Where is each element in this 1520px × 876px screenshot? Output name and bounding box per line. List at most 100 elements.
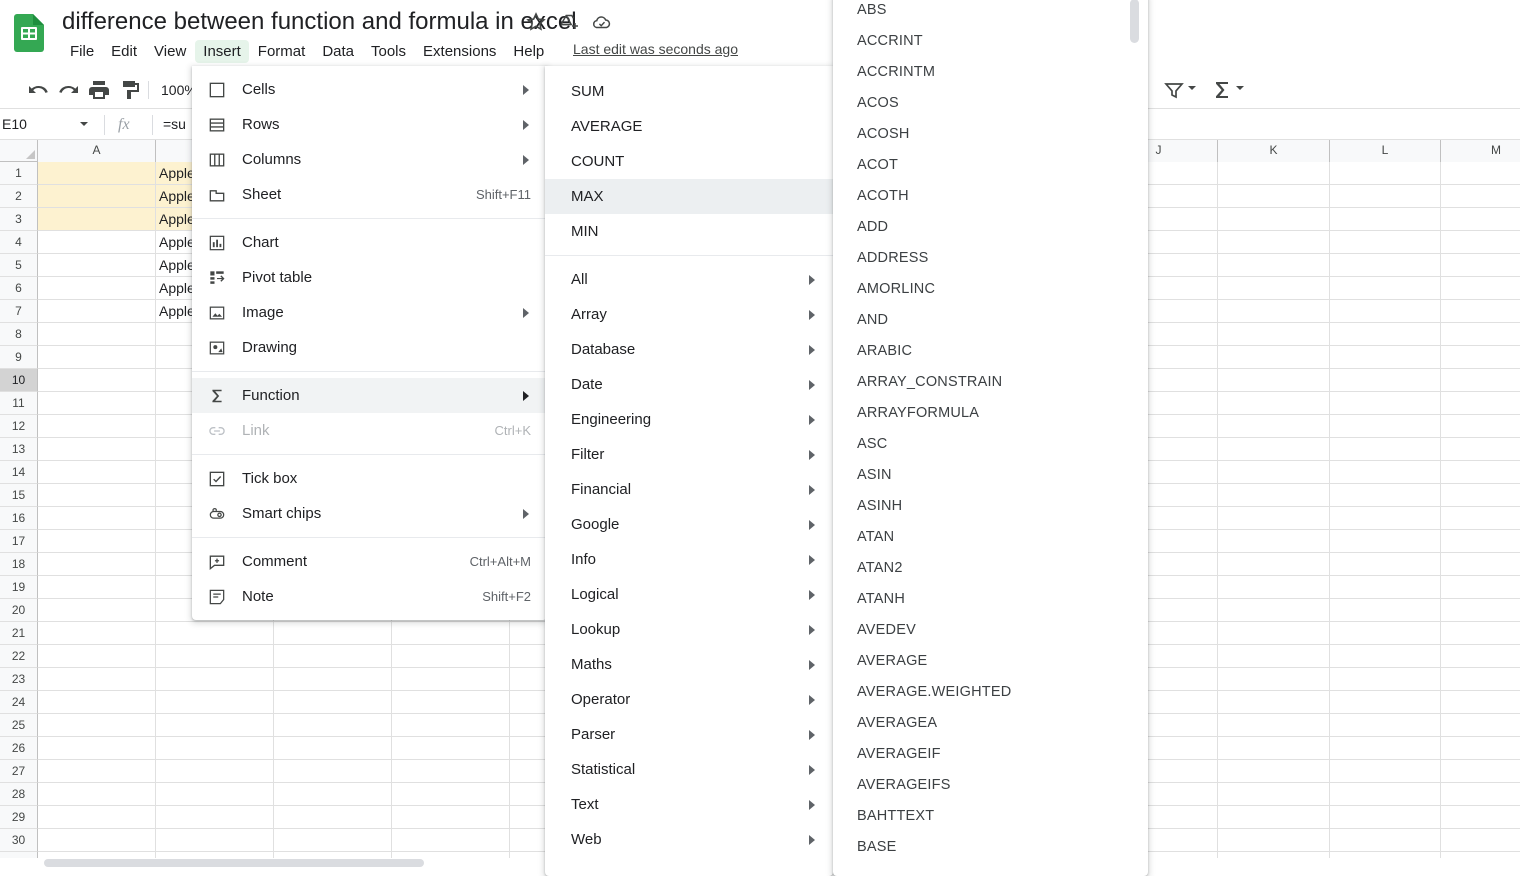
cell-D28[interactable] bbox=[392, 783, 510, 806]
cell-M9[interactable] bbox=[1441, 346, 1520, 369]
cell-M1[interactable] bbox=[1441, 162, 1520, 185]
cell-C29[interactable] bbox=[274, 806, 392, 829]
cell-C27[interactable] bbox=[274, 760, 392, 783]
cell-M24[interactable] bbox=[1441, 691, 1520, 714]
function-category-parser[interactable]: Parser bbox=[545, 717, 833, 752]
function-category-logical[interactable]: Logical bbox=[545, 577, 833, 612]
cell-K8[interactable] bbox=[1218, 323, 1330, 346]
cell-K25[interactable] bbox=[1218, 714, 1330, 737]
cell-M11[interactable] bbox=[1441, 392, 1520, 415]
function-list-item[interactable]: ARRAYFORMULA bbox=[833, 397, 1148, 428]
cell-A21[interactable] bbox=[38, 622, 156, 645]
function-list-item[interactable]: ACOS bbox=[833, 87, 1148, 118]
cell-K29[interactable] bbox=[1218, 806, 1330, 829]
function-list-item[interactable]: AVERAGE.WEIGHTED bbox=[833, 676, 1148, 707]
cell-K30[interactable] bbox=[1218, 829, 1330, 852]
cell-L9[interactable] bbox=[1330, 346, 1441, 369]
function-category-operator[interactable]: Operator bbox=[545, 682, 833, 717]
cell-D22[interactable] bbox=[392, 645, 510, 668]
cell-A16[interactable] bbox=[38, 507, 156, 530]
cell-K5[interactable] bbox=[1218, 254, 1330, 277]
function-category-all[interactable]: All bbox=[545, 262, 833, 297]
cell-M7[interactable] bbox=[1441, 300, 1520, 323]
cell-A6[interactable] bbox=[38, 277, 156, 300]
cell-D25[interactable] bbox=[392, 714, 510, 737]
cell-L24[interactable] bbox=[1330, 691, 1441, 714]
cell-M22[interactable] bbox=[1441, 645, 1520, 668]
cell-A12[interactable] bbox=[38, 415, 156, 438]
cell-K15[interactable] bbox=[1218, 484, 1330, 507]
cell-L2[interactable] bbox=[1330, 185, 1441, 208]
cell-C21[interactable] bbox=[274, 622, 392, 645]
cell-A2[interactable] bbox=[38, 185, 156, 208]
cell-B26[interactable] bbox=[156, 737, 274, 760]
function-list-item[interactable]: ATAN bbox=[833, 521, 1148, 552]
cell-C30[interactable] bbox=[274, 829, 392, 852]
row-header-21[interactable]: 21 bbox=[0, 622, 38, 645]
function-list-item[interactable]: ARRAY_CONSTRAIN bbox=[833, 366, 1148, 397]
function-list-item[interactable]: ASC bbox=[833, 428, 1148, 459]
cell-A25[interactable] bbox=[38, 714, 156, 737]
move-to-folder-icon[interactable] bbox=[557, 10, 581, 34]
cell-A30[interactable] bbox=[38, 829, 156, 852]
row-header-17[interactable]: 17 bbox=[0, 530, 38, 553]
column-header-M[interactable]: M bbox=[1441, 140, 1520, 162]
function-menu-item-count[interactable]: COUNT bbox=[545, 144, 833, 179]
cell-M23[interactable] bbox=[1441, 668, 1520, 691]
function-list-item[interactable]: ACCRINT bbox=[833, 25, 1148, 56]
cell-L18[interactable] bbox=[1330, 553, 1441, 576]
cell-M26[interactable] bbox=[1441, 737, 1520, 760]
row-header-4[interactable]: 4 bbox=[0, 231, 38, 254]
menu-file[interactable]: File bbox=[62, 40, 102, 63]
cell-K11[interactable] bbox=[1218, 392, 1330, 415]
function-list-item[interactable]: AMORLINC bbox=[833, 273, 1148, 304]
cell-L20[interactable] bbox=[1330, 599, 1441, 622]
cell-L1[interactable] bbox=[1330, 162, 1441, 185]
cell-A9[interactable] bbox=[38, 346, 156, 369]
cell-K28[interactable] bbox=[1218, 783, 1330, 806]
cell-K19[interactable] bbox=[1218, 576, 1330, 599]
row-header-22[interactable]: 22 bbox=[0, 645, 38, 668]
cell-M3[interactable] bbox=[1441, 208, 1520, 231]
row-header-3[interactable]: 3 bbox=[0, 208, 38, 231]
menu-help[interactable]: Help bbox=[505, 40, 552, 63]
function-menu-item-average[interactable]: AVERAGE bbox=[545, 109, 833, 144]
cell-K6[interactable] bbox=[1218, 277, 1330, 300]
row-header-8[interactable]: 8 bbox=[0, 323, 38, 346]
row-header-14[interactable]: 14 bbox=[0, 461, 38, 484]
cell-L16[interactable] bbox=[1330, 507, 1441, 530]
cell-M25[interactable] bbox=[1441, 714, 1520, 737]
cell-B28[interactable] bbox=[156, 783, 274, 806]
cell-L4[interactable] bbox=[1330, 231, 1441, 254]
cell-L5[interactable] bbox=[1330, 254, 1441, 277]
row-header-16[interactable]: 16 bbox=[0, 507, 38, 530]
insert-menu-item-sheet[interactable]: SheetShift+F11 bbox=[192, 177, 547, 212]
horizontal-scrollbar-thumb[interactable] bbox=[44, 859, 424, 867]
function-list-item[interactable]: ASIN bbox=[833, 459, 1148, 490]
function-list-item[interactable]: AVERAGE bbox=[833, 645, 1148, 676]
cell-L23[interactable] bbox=[1330, 668, 1441, 691]
cell-K24[interactable] bbox=[1218, 691, 1330, 714]
function-list-item[interactable]: BASE bbox=[833, 831, 1148, 862]
menu-tools[interactable]: Tools bbox=[363, 40, 414, 63]
cell-L30[interactable] bbox=[1330, 829, 1441, 852]
cell-K2[interactable] bbox=[1218, 185, 1330, 208]
function-list-item[interactable]: ATANH bbox=[833, 583, 1148, 614]
insert-menu-item-smart-chips[interactable]: Smart chips bbox=[192, 496, 547, 531]
cell-A14[interactable] bbox=[38, 461, 156, 484]
menu-edit[interactable]: Edit bbox=[103, 40, 145, 63]
function-list-item[interactable]: AVERAGEA bbox=[833, 707, 1148, 738]
cell-L10[interactable] bbox=[1330, 369, 1441, 392]
cell-A20[interactable] bbox=[38, 599, 156, 622]
function-category-web[interactable]: Web bbox=[545, 822, 833, 857]
menu-view[interactable]: View bbox=[146, 40, 194, 63]
name-box-chevron-down-icon[interactable] bbox=[80, 122, 88, 126]
cell-M5[interactable] bbox=[1441, 254, 1520, 277]
function-list-item[interactable]: ATAN2 bbox=[833, 552, 1148, 583]
redo-icon[interactable] bbox=[57, 78, 81, 102]
function-category-lookup[interactable]: Lookup bbox=[545, 612, 833, 647]
cell-K7[interactable] bbox=[1218, 300, 1330, 323]
cell-C28[interactable] bbox=[274, 783, 392, 806]
insert-menu-item-note[interactable]: NoteShift+F2 bbox=[192, 579, 547, 614]
cell-L25[interactable] bbox=[1330, 714, 1441, 737]
